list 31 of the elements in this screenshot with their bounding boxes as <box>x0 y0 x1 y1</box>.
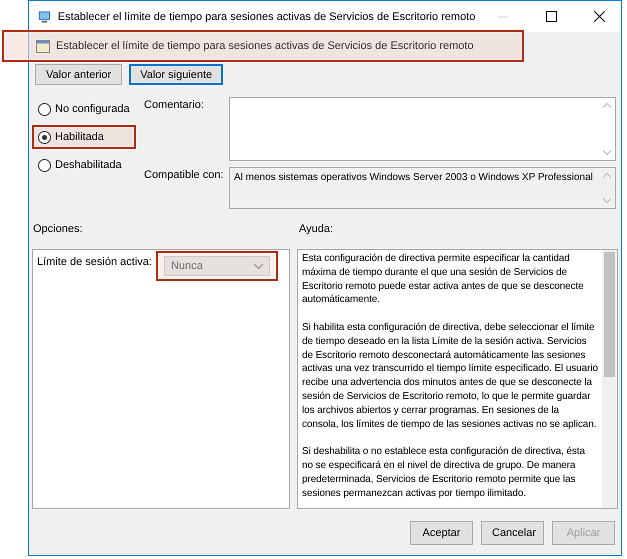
comment-label: Comentario: <box>144 98 205 113</box>
radio-option[interactable]: Deshabilitada <box>32 153 136 177</box>
compatible-label: Compatible con: <box>144 168 224 183</box>
window-title: Establecer el límite de tiempo para sesiones activas de Servicios de Escritorio remoto <box>58 10 476 22</box>
help-paragraph: Esta configuración de directiva permite especificar la cantidad máxima de tiempo durante el que una sesión de Servicios de Escritorio remoto puede estar activa antes de que se desconecte automáticamente. <box>302 252 585 308</box>
chevron-icon <box>254 264 263 268</box>
dialog-button[interactable]: Aceptar <box>410 521 473 545</box>
policy-icon <box>36 40 50 52</box>
help-paragraph: Si deshabilita o no establece esta configuración de directiva, ésta no se especificará en el nivel de directiva de grupo. De manera predeterminada, Servicios de Escritorio remoto permite que las sesiones permanezcan activas por tiempo ilimitado. <box>302 445 586 500</box>
close-icon <box>594 11 606 22</box>
session-limit-label: Límite de sesión activa: <box>37 256 152 268</box>
radio-label: Habilitada <box>55 131 104 143</box>
scrollbar[interactable] <box>602 250 617 508</box>
options-label: Opciones: <box>33 223 84 235</box>
radio-label: Deshabilitada <box>55 159 122 171</box>
compatible-field: Al menos sistemas operativos Windows Server 2003 o Windows XP Professional <box>229 167 616 209</box>
radio-label: No configurada <box>55 103 130 115</box>
minimize-icon <box>498 16 508 18</box>
maximize-icon <box>546 11 557 22</box>
nav-button[interactable]: Valor siguiente <box>129 64 224 85</box>
policy-header: Establecer el límite de tiempo para sesiones activas de Servicios de Escritorio remoto <box>2 30 524 62</box>
help-label: Ayuda: <box>299 223 334 235</box>
computer-icon <box>37 8 52 24</box>
radio-option[interactable]: Habilitada <box>32 125 136 149</box>
radio-icon[interactable] <box>38 130 51 144</box>
nav-button[interactable]: Valor anterior <box>35 64 122 85</box>
radio-icon[interactable] <box>38 158 51 172</box>
radio-icon[interactable] <box>38 102 51 116</box>
radio-option[interactable]: No configurada <box>32 97 136 121</box>
dialog-button[interactable]: Cancelar <box>481 521 544 545</box>
help-paragraph: Si habilita esta configuración de directiva, debe seleccionar el límite de tiempo deseado en la lista Límite de la sesión activa. Servicios de Escritorio remoto desconectará automáticamente las sesiones activas una vez transcurrido el tiempo límite especificado. El usuario recibe una advertencia dos minutos antes de que se desconecte la sesión de Servicios de Escritorio remoto, lo que le permite guardar los archivos abiertos y cerrar programas. En sesiones de la consola, los límites de tiempo de las sesiones activas no se aplican. <box>302 320 598 432</box>
